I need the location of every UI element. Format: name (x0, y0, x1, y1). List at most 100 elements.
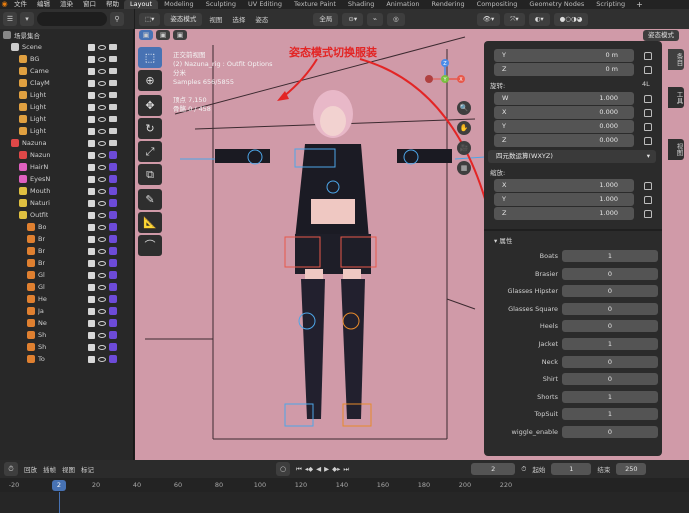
display-mode-icon[interactable]: ▾ (20, 12, 34, 26)
outliner-row[interactable]: Sh (0, 329, 134, 341)
shading-mode-icons[interactable]: ●○◑◕ (553, 12, 589, 26)
exclude-checkbox[interactable] (88, 271, 95, 279)
tab-modeling[interactable]: Modeling (158, 0, 200, 9)
render-toggle-icon[interactable] (109, 247, 117, 255)
location-field[interactable]: Z 0 m (494, 63, 634, 76)
jump-end-icon[interactable]: ⏭ (343, 465, 349, 474)
scale-field[interactable]: X 1.000 (494, 179, 634, 192)
visibility-icon[interactable]: 👁▾ (476, 12, 501, 26)
exclude-checkbox[interactable] (88, 175, 95, 183)
render-toggle-icon[interactable] (109, 271, 117, 279)
add-workspace-icon[interactable]: + (631, 0, 648, 9)
next-key-icon[interactable]: ◆▸ (332, 465, 340, 474)
menu-window[interactable]: 窗口 (78, 0, 101, 9)
outliner-row[interactable]: To (0, 353, 134, 365)
lock-icon[interactable] (644, 182, 652, 190)
cursor-tool-icon[interactable]: ⊕ (138, 70, 162, 91)
outliner-row[interactable]: Light (0, 125, 134, 137)
rotation-mode-dropdown[interactable]: 四元数运算(WXYZ) ▾ (488, 150, 656, 163)
exclude-checkbox[interactable] (88, 355, 95, 363)
render-toggle-icon[interactable] (109, 235, 117, 243)
outliner-row[interactable]: Gl (0, 281, 134, 293)
eye-icon[interactable] (98, 224, 106, 230)
tab-geometry-nodes[interactable]: Geometry Nodes (523, 0, 590, 9)
property-value-field[interactable]: 0 (562, 267, 658, 280)
outliner-row[interactable]: Light (0, 101, 134, 113)
location-field[interactable]: Y 0 m (494, 49, 634, 62)
tab-scripting[interactable]: Scripting (590, 0, 631, 9)
eye-icon[interactable] (98, 152, 106, 158)
rotation-field[interactable]: X 0.000 (494, 106, 634, 119)
select-mode-extend-icon[interactable]: ▣ (156, 30, 170, 40)
outliner-row[interactable]: BG (0, 53, 134, 65)
eye-icon[interactable] (98, 320, 106, 326)
outliner-row[interactable]: Ne (0, 317, 134, 329)
rotate-tool-icon[interactable]: ↻ (138, 118, 162, 139)
eye-icon[interactable] (98, 80, 106, 86)
exclude-checkbox[interactable] (88, 283, 95, 291)
transform-orientation-dropdown[interactable]: 全局 (313, 12, 339, 26)
render-toggle-icon[interactable] (109, 175, 117, 183)
outliner-row[interactable]: Sh (0, 341, 134, 353)
editor-type-icon[interactable]: ☰ (3, 12, 17, 26)
eye-icon[interactable] (98, 200, 106, 206)
exclude-checkbox[interactable] (88, 79, 95, 87)
rotation-field[interactable]: W 1.000 (494, 92, 634, 105)
render-toggle-icon[interactable] (109, 116, 117, 122)
eye-icon[interactable] (98, 128, 106, 134)
rotation-field[interactable]: Y 0.000 (494, 120, 634, 133)
render-toggle-icon[interactable] (109, 307, 117, 315)
select-mode-new-icon[interactable]: ▣ (139, 30, 153, 40)
menu-edit[interactable]: 编辑 (32, 0, 55, 9)
property-value-field[interactable]: 1 (562, 390, 658, 403)
end-frame-field[interactable]: 250 (616, 463, 647, 475)
outliner-row[interactable]: Gl (0, 269, 134, 281)
eye-icon[interactable] (98, 176, 106, 182)
pivot-icon[interactable]: ⊙▾ (342, 12, 364, 26)
exclude-checkbox[interactable] (88, 103, 95, 111)
outliner-row[interactable]: Bo (0, 221, 134, 233)
eye-icon[interactable] (98, 344, 106, 350)
lock-icon[interactable] (644, 95, 652, 103)
eye-icon[interactable] (98, 248, 106, 254)
tab-uv-editing[interactable]: UV Editing (242, 0, 288, 9)
bone-envelope-tool-icon[interactable]: ⌒ (138, 235, 162, 256)
outliner-row[interactable]: HairN (0, 161, 134, 173)
eye-icon[interactable] (98, 212, 106, 218)
render-toggle-icon[interactable] (109, 283, 117, 291)
menu-help[interactable]: 帮助 (101, 0, 124, 9)
exclude-checkbox[interactable] (88, 331, 95, 339)
camera-view-icon[interactable]: 🎥 (457, 141, 471, 155)
measure-tool-icon[interactable]: 📐 (138, 212, 162, 233)
outliner-row[interactable]: Nazun (0, 149, 134, 161)
render-toggle-icon[interactable] (109, 163, 117, 171)
tab-shading[interactable]: Shading (342, 0, 380, 9)
exclude-checkbox[interactable] (88, 55, 95, 63)
property-value-field[interactable]: 0 (562, 285, 658, 298)
lock-icon[interactable] (644, 66, 652, 74)
outliner-row[interactable]: Br (0, 257, 134, 269)
outliner-row[interactable]: Came (0, 65, 134, 77)
3d-viewport[interactable]: ⬚▾ 姿态模式 视图 选择 姿态 全局 ⊙▾ ⌁ ◎ 👁▾ ⤧▾ ◐▾ ●○◑◕… (135, 9, 689, 460)
render-toggle-icon[interactable] (109, 223, 117, 231)
eye-icon[interactable] (98, 104, 106, 110)
outliner-row[interactable]: Mouth (0, 185, 134, 197)
menu-view[interactable]: 视图 (206, 14, 225, 24)
exclude-checkbox[interactable] (88, 127, 95, 135)
render-toggle-icon[interactable] (109, 128, 117, 134)
eye-icon[interactable] (98, 140, 106, 146)
filter-icon[interactable]: ⚲ (110, 12, 124, 26)
lock-icon[interactable] (644, 109, 652, 117)
outliner-row[interactable]: Nazuna (0, 137, 134, 149)
zoom-icon[interactable]: 🔍 (457, 101, 471, 115)
render-toggle-icon[interactable] (109, 319, 117, 327)
property-value-field[interactable]: 1 (562, 250, 658, 262)
properties-section-header[interactable]: ▾ 属性 (494, 235, 512, 245)
exclude-checkbox[interactable] (88, 187, 95, 195)
timeline-track[interactable] (0, 492, 689, 513)
prev-key-icon[interactable]: ◂◆ (305, 465, 313, 474)
exclude-checkbox[interactable] (88, 295, 95, 303)
tab-animation[interactable]: Animation (380, 0, 425, 9)
perspective-grid-icon[interactable]: ▦ (457, 161, 471, 175)
outliner-row[interactable]: 场景集合 (0, 29, 134, 41)
